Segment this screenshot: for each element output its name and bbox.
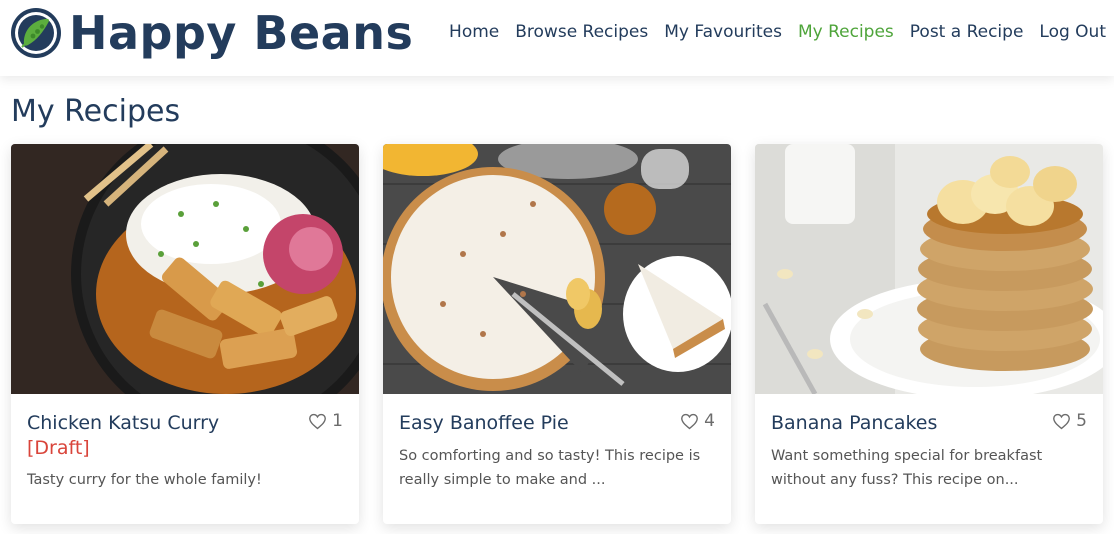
nav-post-a-recipe[interactable]: Post a Recipe (910, 20, 1024, 44)
card-body: Banana Pancakes 5 Want something special… (755, 394, 1103, 492)
recipe-title[interactable]: Banana Pancakes (771, 410, 1087, 436)
brand-home-link[interactable]: Happy Beans (9, 6, 413, 60)
nav-my-favourites[interactable]: My Favourites (664, 20, 782, 44)
nav-browse-recipes[interactable]: Browse Recipes (515, 20, 648, 44)
heart-outline-icon (1053, 413, 1071, 429)
like-count: 5 (1076, 411, 1087, 431)
like-count: 4 (704, 411, 715, 431)
card-body: Easy Banoffee Pie 4 So comforting and so… (383, 394, 731, 492)
recipe-title[interactable]: Chicken Katsu Curry (27, 410, 343, 436)
recipe-image-banana-pancakes (755, 144, 1103, 394)
bean-pod-logo-icon (11, 8, 61, 58)
recipe-card[interactable]: Easy Banoffee Pie 4 So comforting and so… (383, 144, 731, 524)
heart-outline-icon (681, 413, 699, 429)
nav-my-recipes[interactable]: My Recipes (798, 20, 894, 44)
recipe-card[interactable]: Chicken Katsu Curry [Draft] 1 Tasty curr… (11, 144, 359, 524)
brand-name: Happy Beans (69, 6, 414, 60)
recipe-image-chicken-katsu (11, 144, 359, 394)
likes[interactable]: 5 (1052, 411, 1087, 431)
recipe-description: So comforting and so tasty! This recipe … (399, 448, 701, 488)
recipe-card[interactable]: Banana Pancakes 5 Want something special… (755, 144, 1103, 524)
heart-outline-icon (309, 413, 327, 429)
main-nav: Home Browse Recipes My Favourites My Rec… (433, 20, 1106, 44)
page-title: My Recipes (11, 94, 181, 129)
recipe-description: Want something special for breakfast wit… (771, 448, 1043, 488)
navbar: Happy Beans Home Browse Recipes My Favou… (0, 0, 1114, 76)
recipe-title[interactable]: Easy Banoffee Pie (399, 410, 715, 436)
recipe-image-banoffee-pie (383, 144, 731, 394)
draft-badge: [Draft] (27, 437, 90, 459)
likes[interactable]: 4 (680, 411, 715, 431)
nav-log-out[interactable]: Log Out (1039, 20, 1106, 44)
nav-home[interactable]: Home (449, 20, 499, 44)
card-body: Chicken Katsu Curry [Draft] 1 Tasty curr… (11, 394, 359, 492)
like-count: 1 (332, 411, 343, 431)
likes[interactable]: 1 (308, 411, 343, 431)
recipe-description: Tasty curry for the whole family! (27, 472, 262, 488)
